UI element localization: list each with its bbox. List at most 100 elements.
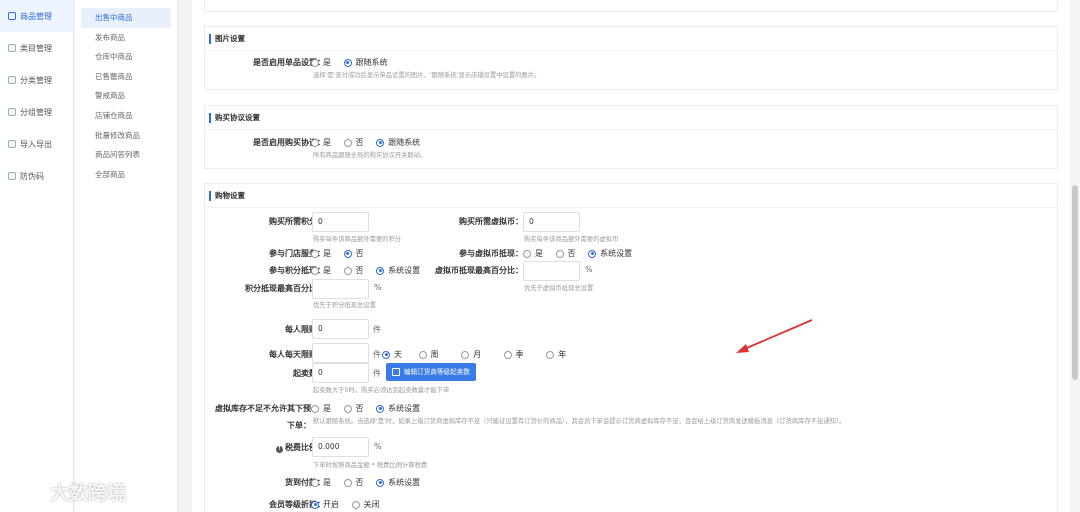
cod-radio-group: 是 否 系统设置 xyxy=(311,477,430,489)
annotation-arrow-icon xyxy=(736,319,813,353)
tax-ratio-unit: % xyxy=(374,442,382,451)
points-input[interactable]: 0 xyxy=(312,212,369,232)
scrollbar-thumb[interactable] xyxy=(1072,185,1078,380)
vcoin-max-unit: % xyxy=(585,265,593,274)
nav-import-export[interactable]: 导入导出 xyxy=(0,128,73,160)
subnav-publish[interactable]: 发布商品 xyxy=(81,28,171,48)
group-icon xyxy=(8,108,16,116)
nav-product-management[interactable]: 商品管理 xyxy=(0,0,73,32)
vcoin-deduct-label: 参与虚拟币抵现： xyxy=(459,249,523,258)
store-service-yes-radio[interactable]: 是 xyxy=(311,248,331,259)
virtual-stock-system-radio[interactable]: 系统设置 xyxy=(376,403,420,414)
points-deduct-yes-radio[interactable]: 是 xyxy=(311,265,331,276)
per-person-limit-label: 每人限购： xyxy=(285,325,325,334)
agreement-follow-radio[interactable]: 跟随系统 xyxy=(376,137,420,148)
cod-label: 货到付款： xyxy=(285,478,325,487)
points-max-help: 优先于积分抵现总设置 xyxy=(313,302,376,309)
subnav-warehouse[interactable]: 仓库中商品 xyxy=(81,47,171,67)
points-deduct-label: 参与积分抵现： xyxy=(269,266,325,275)
points-label: 购买所需积分： xyxy=(269,217,325,226)
nav-group-management[interactable]: 分组管理 xyxy=(0,96,73,128)
points-max-label: 积分抵现最高百分比： xyxy=(245,284,325,293)
enable-agreement-label: 是否启用购买协议： xyxy=(253,138,325,147)
period-year-radio[interactable]: 年 xyxy=(546,349,566,360)
vcoin-max-input[interactable] xyxy=(523,261,580,281)
vcoin-input[interactable]: 0 xyxy=(523,212,580,232)
period-month-radio[interactable]: 月 xyxy=(461,349,481,360)
import-export-icon xyxy=(8,140,16,148)
period-day-radio[interactable]: 天 xyxy=(382,349,402,360)
cod-yes-radio[interactable]: 是 xyxy=(311,477,331,488)
watermark-logo-icon xyxy=(11,486,45,501)
subnav-sold-out[interactable]: 已售罄商品 xyxy=(81,67,171,87)
virtual-stock-no-radio[interactable]: 否 xyxy=(343,403,364,414)
vcoin-deduct-no-radio[interactable]: 否 xyxy=(555,248,576,259)
shopping-settings-card: 购物设置 购买所需积分： 0 购买每件该商品额外需要的积分 购买所需虚拟币： 0… xyxy=(204,183,1058,512)
vcoin-deduct-yes-radio[interactable]: 是 xyxy=(523,248,543,259)
member-discount-off-radio[interactable]: 关闭 xyxy=(351,499,380,510)
nav-classification-management[interactable]: 分类管理 xyxy=(0,64,73,96)
virtual-stock-help: 默认跟随系统。当选择'是'时，如果上级订货商虚拟库存不足（只能证设置有订货价的商… xyxy=(313,418,846,425)
subnav-batch-edit[interactable]: 批量修改商品 xyxy=(81,126,171,146)
subnav-all-products[interactable]: 全部商品 xyxy=(81,165,171,185)
period-week-radio[interactable]: 周 xyxy=(418,349,439,360)
agreement-settings-card: 购买协议设置 是否启用购买协议： 是 否 跟随系统 所有商品跟随全局的购买协议开… xyxy=(204,105,1058,169)
product-icon xyxy=(8,12,16,20)
enable-single-yes-radio[interactable]: 是 xyxy=(311,57,331,68)
agreement-no-radio[interactable]: 否 xyxy=(343,137,364,148)
daily-limit-input[interactable] xyxy=(312,343,369,363)
anti-counterfeit-icon xyxy=(8,172,16,180)
min-buy-input[interactable]: 0 xyxy=(312,363,369,383)
enable-single-label: 是否启用单品设置： xyxy=(253,58,325,67)
member-discount-on-radio[interactable]: 开启 xyxy=(311,499,339,510)
subnav-store-stock[interactable]: 店铺仓商品 xyxy=(81,106,171,126)
vcoin-max-help: 优先于虚拟币抵现总设置 xyxy=(524,285,594,292)
enable-single-radio-group: 是 跟随系统 xyxy=(311,57,398,69)
daily-limit-period-radio-group: 天 周 月 季 年 xyxy=(382,349,576,361)
member-discount-label: 会员等级折扣： xyxy=(269,500,325,509)
store-service-label: 参与门店服务： xyxy=(269,249,325,258)
nav-category-management[interactable]: 类目管理 xyxy=(0,32,73,64)
agreement-settings-help: 所有商品跟随全局的购买协议开关联动。 xyxy=(313,152,427,159)
cod-system-radio[interactable]: 系统设置 xyxy=(376,477,420,488)
points-max-unit: % xyxy=(374,283,382,292)
image-settings-title: 图片设置 xyxy=(205,27,1057,51)
period-quarter-radio[interactable]: 季 xyxy=(503,349,524,360)
min-buy-label: 起卖数： xyxy=(293,369,325,378)
daily-limit-label: 每人每天限购： xyxy=(269,350,325,359)
info-icon: ! xyxy=(276,446,283,453)
store-service-no-radio[interactable]: 否 xyxy=(343,248,364,259)
virtual-stock-yes-radio[interactable]: 是 xyxy=(311,403,331,414)
min-buy-help: 起卖数大于0时，购买必须达到起卖数量才能下单 xyxy=(313,387,450,394)
subnav-warning[interactable]: 警戒商品 xyxy=(81,86,171,106)
virtual-stock-radio-group: 是 否 系统设置 xyxy=(311,403,430,415)
vcoin-deduct-radio-group: 是 否 系统设置 xyxy=(523,248,642,260)
main-content: 图片设置 是否启用单品设置： 是 跟随系统 选择'是'支付成功后显示单品设置的图… xyxy=(192,0,1070,512)
vcoin-deduct-system-radio[interactable]: 系统设置 xyxy=(588,248,632,259)
vcoin-label: 购买所需虚拟币： xyxy=(459,217,523,226)
points-deduct-system-radio[interactable]: 系统设置 xyxy=(376,265,420,276)
vcoin-help: 购买每件该商品额外需要的虚拟币 xyxy=(524,236,619,243)
nav-anti-counterfeit[interactable]: 防伪码 xyxy=(0,160,73,192)
min-buy-unit: 件 xyxy=(373,369,381,378)
primary-sidebar: 商品管理 类目管理 分类管理 分组管理 导入导出 防伪码 xyxy=(0,0,74,512)
image-settings-card: 图片设置 是否启用单品设置： 是 跟随系统 选择'是'支付成功后显示单品设置的图… xyxy=(204,26,1058,90)
per-person-limit-input[interactable]: 0 xyxy=(312,319,369,339)
subnav-qa-list[interactable]: 商品问答列表 xyxy=(81,145,171,165)
points-max-input[interactable] xyxy=(312,279,369,299)
store-service-radio-group: 是 否 xyxy=(311,248,374,260)
classification-icon xyxy=(8,76,16,84)
subnav-on-sale[interactable]: 出售中商品 xyxy=(81,8,171,28)
watermark: 大数跨境 xyxy=(10,478,126,505)
points-deduct-no-radio[interactable]: 否 xyxy=(343,265,364,276)
cod-no-radio[interactable]: 否 xyxy=(343,477,364,488)
agreement-yes-radio[interactable]: 是 xyxy=(311,137,331,148)
tax-ratio-help: 下单时按照商品金额 * 税费比例计算税费 xyxy=(313,462,428,469)
enable-single-follow-radio[interactable]: 跟随系统 xyxy=(343,57,388,68)
daily-limit-unit: 件 xyxy=(373,350,381,359)
per-person-limit-unit: 件 xyxy=(373,325,381,334)
tax-ratio-input[interactable]: 0.000 xyxy=(312,437,369,457)
edit-min-buy-by-level-button[interactable]: 编辑订货商等级起卖数 xyxy=(386,363,476,381)
page-scrollbar[interactable] xyxy=(1070,0,1080,512)
points-deduct-radio-group: 是 否 系统设置 xyxy=(311,265,430,277)
